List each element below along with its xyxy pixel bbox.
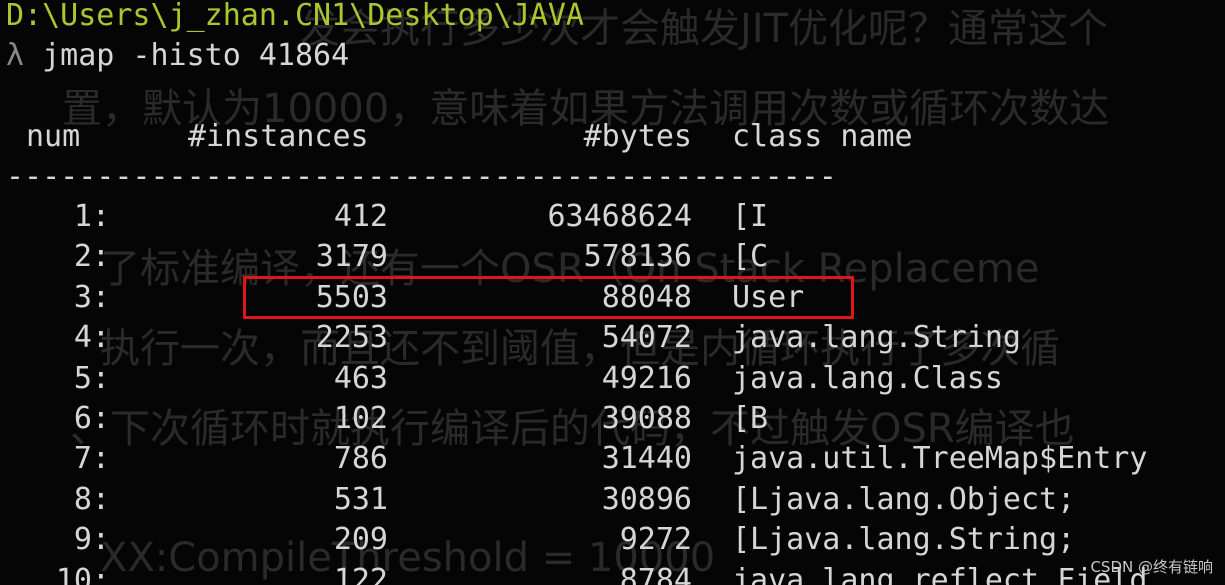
row-bytes: 578136 <box>583 239 692 274</box>
row-class-name: java.util.TreeMap$Entry <box>732 441 1148 476</box>
header-separator: ----------------------------------------… <box>6 159 837 194</box>
table-row: 8: 531 30896 [Ljava.lang.Object; <box>0 480 1225 520</box>
row-class-name: [B <box>732 401 769 436</box>
row-num: 5: <box>73 361 110 396</box>
command-line[interactable]: λ jmap -histo 41864 <box>6 36 349 76</box>
row-num: 8: <box>73 482 110 517</box>
header-instances: #instances <box>188 119 369 154</box>
row-instances: 786 <box>333 441 388 476</box>
row-bytes: 9272 <box>619 522 692 557</box>
row-class-name: [Ljava.lang.String; <box>732 522 1076 557</box>
row-bytes: 54072 <box>601 320 692 355</box>
row-instances: 122 <box>333 563 388 585</box>
credit-watermark: CSDN @终有链响 <box>1090 558 1213 576</box>
row-num: 10: <box>55 563 110 585</box>
row-bytes: 8784 <box>619 563 692 585</box>
table-row: 5: 463 49216 java.lang.Class <box>0 359 1225 399</box>
row-num: 7: <box>73 441 110 476</box>
row-num: 3: <box>73 280 110 315</box>
row-instances: 412 <box>333 199 388 234</box>
row-instances: 3179 <box>315 239 388 274</box>
table-row: 4: 2253 54072 java.lang.String <box>0 318 1225 358</box>
row-num: 9: <box>73 522 110 557</box>
prompt-symbol: λ <box>6 38 25 73</box>
row-num: 1: <box>73 199 110 234</box>
table-row: 9: 209 9272 [Ljava.lang.String; <box>0 520 1225 560</box>
row-class-name: java.lang.String <box>732 320 1021 355</box>
row-instances: 102 <box>333 401 388 436</box>
row-bytes: 31440 <box>601 441 692 476</box>
row-num: 6: <box>73 401 110 436</box>
row-class-name: java.lang.Class <box>732 361 1003 396</box>
current-path: D:\Users\j_zhan.CN1\Desktop\JAVA <box>6 0 584 33</box>
row-instances: 531 <box>333 482 388 517</box>
header-class-name: class name <box>732 119 913 154</box>
header-bytes: #bytes <box>583 119 692 154</box>
row-bytes: 30896 <box>601 482 692 517</box>
row-class-name: [I <box>732 199 769 234</box>
table-header: num #instances #bytes class name <box>0 117 1225 157</box>
row-bytes: 63468624 <box>547 199 693 234</box>
command-text: jmap -histo 41864 <box>42 38 350 73</box>
row-instances: 463 <box>333 361 388 396</box>
table-row: 2: 3179 578136 [C <box>0 237 1225 277</box>
row-class-name: [C <box>732 239 769 274</box>
row-instances: 2253 <box>315 320 388 355</box>
terminal-window[interactable]: 发会执行多少次才会触发JIT优化呢？通常这个 置，默认为10000，意味着如果方… <box>0 0 1225 585</box>
highlight-box <box>243 276 854 319</box>
row-instances: 209 <box>333 522 388 557</box>
table-row: 10: 122 8784 java.lang.reflect.Field <box>0 561 1225 585</box>
row-bytes: 39088 <box>601 401 692 436</box>
table-row: 7: 786 31440 java.util.TreeMap$Entry <box>0 439 1225 479</box>
row-class-name: [Ljava.lang.Object; <box>732 482 1076 517</box>
row-class-name: java.lang.reflect.Field <box>732 563 1148 585</box>
row-bytes: 49216 <box>601 361 692 396</box>
table-row: 1: 412 63468624 [I <box>0 197 1225 237</box>
row-num: 4: <box>73 320 110 355</box>
header-num: num <box>26 119 81 154</box>
row-num: 2: <box>73 239 110 274</box>
table-row: 6: 102 39088 [B <box>0 399 1225 439</box>
